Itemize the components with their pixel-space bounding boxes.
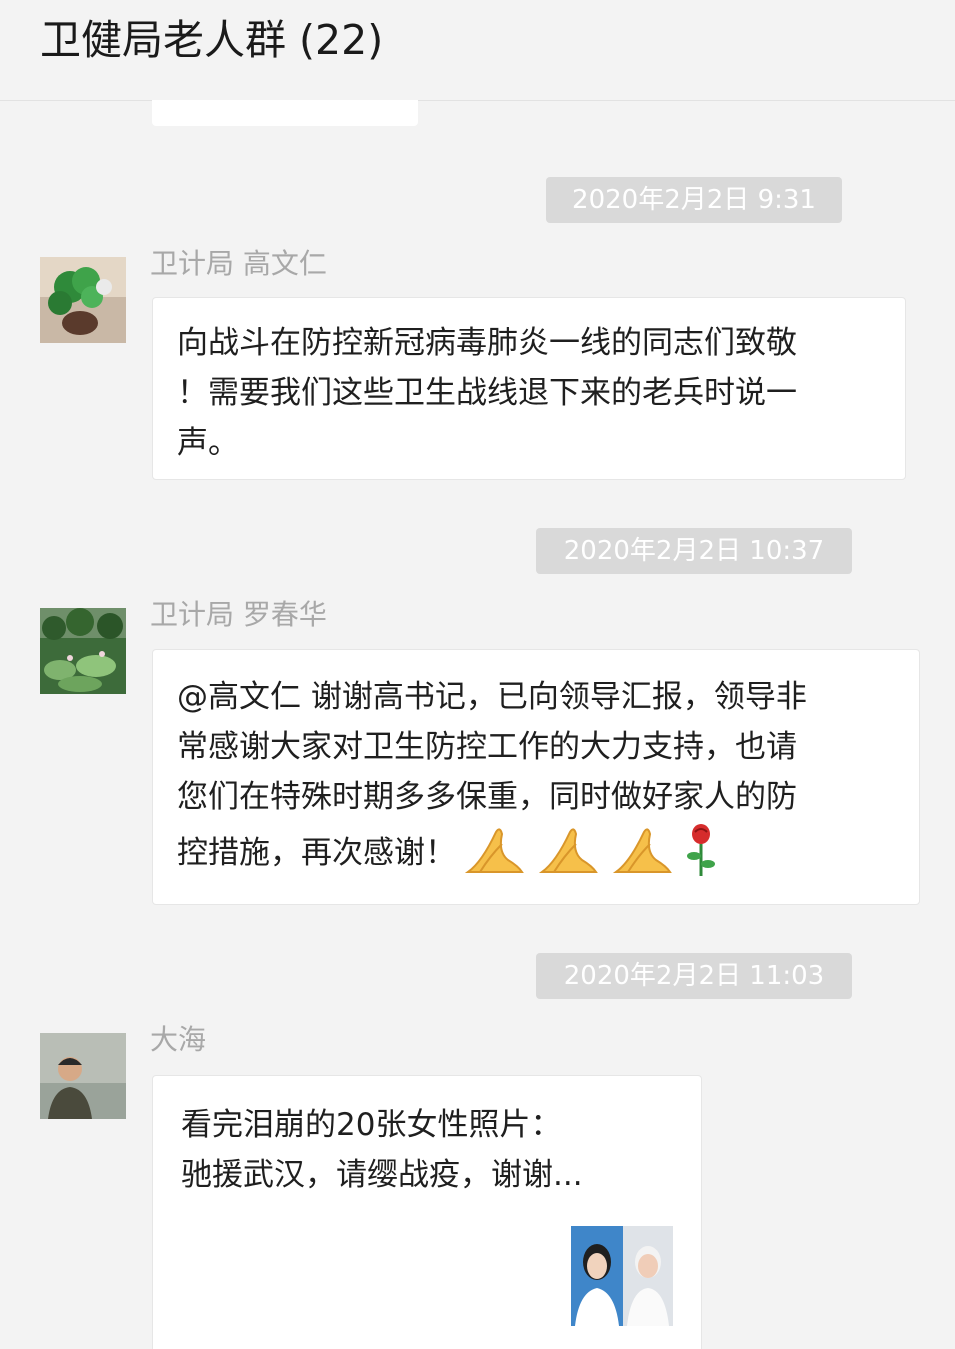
- message-text-line: 向战斗在防控新冠病毒肺炎一线的同志们致敬: [177, 325, 797, 361]
- message-bubble[interactable]: 向战斗在防控新冠病毒肺炎一线的同志们致敬 ！需要我们这些卫生战线退下来的老兵时说…: [152, 297, 906, 480]
- rose-icon: [684, 822, 718, 878]
- previous-message-bubble[interactable]: [152, 100, 418, 126]
- lotus-pond-avatar-icon[interactable]: [40, 608, 126, 694]
- message-timestamp: 2020年2月2日 9:31: [546, 177, 842, 223]
- sender-name: 卫计局 罗春华: [150, 598, 327, 631]
- message-text-line: ！需要我们这些卫生战线退下来的老兵时说一: [177, 375, 797, 411]
- message-text-line: 常感谢大家对卫生防控工作的大力支持，也请: [177, 729, 797, 765]
- message-text-line: @高文仁 谢谢高书记，已向领导汇报，领导非: [177, 679, 807, 715]
- message-bubble[interactable]: @高文仁 谢谢高书记，已向领导汇报，领导非 常感谢大家对卫生防控工作的大力支持，…: [152, 649, 920, 905]
- praying-hands-icon: [462, 822, 526, 878]
- message-text-line: 控措施，再次感谢！: [177, 835, 456, 871]
- chat-header: 卫健局老人群 (22): [0, 0, 955, 101]
- message-text-line: 声。: [177, 425, 239, 461]
- chat-title: 卫健局老人群 (22): [40, 16, 384, 64]
- sender-name: 卫计局 高文仁: [150, 247, 327, 280]
- sender-name: 大海: [150, 1023, 207, 1056]
- message-text-line: 看完泪崩的20张女性照片：: [181, 1107, 562, 1143]
- praying-hands-icon: [536, 822, 600, 878]
- message-text-line-with-emoji: 控措施，再次感谢！: [177, 822, 899, 878]
- green-plant-avatar-icon[interactable]: [40, 257, 126, 343]
- message-timestamp: 2020年2月2日 11:03: [536, 953, 852, 999]
- man-portrait-avatar-icon[interactable]: [40, 1033, 126, 1119]
- women-photos-thumbnail-icon[interactable]: [571, 1226, 673, 1326]
- praying-hands-icon: [610, 822, 674, 878]
- message-text-line: 驰援武汉，请缨战疫，谢谢...: [181, 1157, 583, 1193]
- message-timestamp: 2020年2月2日 10:37: [536, 528, 852, 574]
- message-bubble[interactable]: 看完泪崩的20张女性照片： 驰援武汉，请缨战疫，谢谢...: [152, 1075, 702, 1349]
- message-text-line: 您们在特殊时期多多保重，同时做好家人的防: [177, 779, 797, 815]
- emoji-row: [462, 822, 718, 878]
